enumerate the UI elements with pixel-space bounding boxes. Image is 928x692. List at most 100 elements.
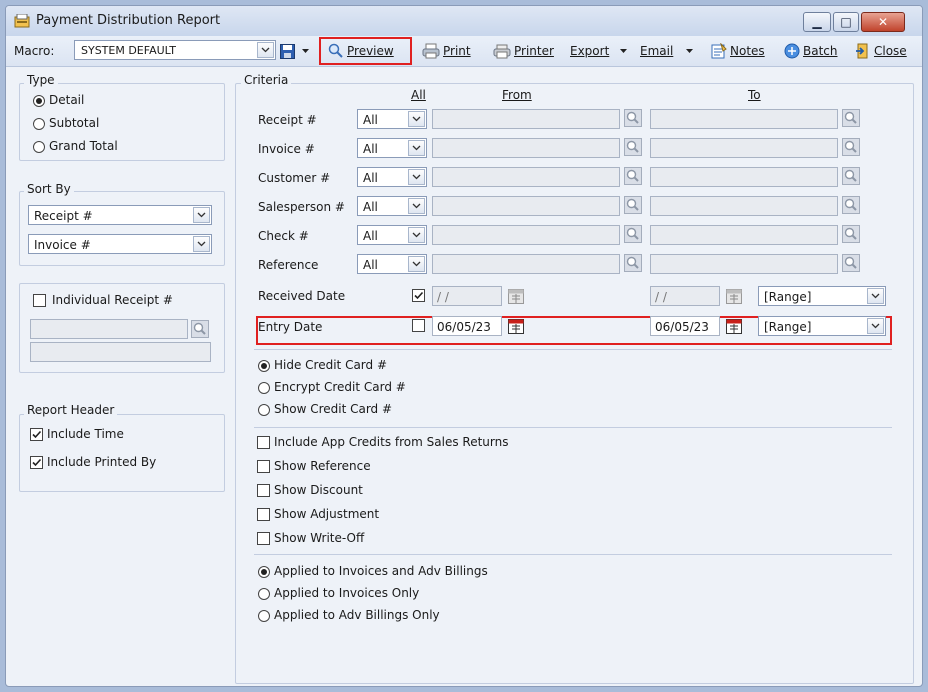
criteria-invoice-mode-value: All <box>363 142 378 156</box>
criteria-check-mode-arrow[interactable] <box>408 227 425 243</box>
calendar-icon[interactable] <box>726 288 742 304</box>
criteria-customer-mode-arrow[interactable] <box>408 169 425 185</box>
type-legend: Type <box>24 73 58 87</box>
include-time-checkbox[interactable] <box>30 428 43 441</box>
lookup-icon[interactable] <box>842 138 860 156</box>
print-icon <box>422 43 440 59</box>
entry-date-range-arrow[interactable] <box>867 318 884 334</box>
criteria-check-label: Check # <box>258 229 309 243</box>
criteria-receipt-mode-select[interactable]: All <box>357 109 427 129</box>
criteria-check-to-field[interactable] <box>650 225 838 245</box>
criteria-reference-to-field[interactable] <box>650 254 838 274</box>
include-printed-by-label: Include Printed By <box>47 455 157 469</box>
export-button[interactable]: Export <box>570 41 628 61</box>
print-button[interactable]: Print <box>422 41 471 61</box>
type-grand-total-label: Grand Total <box>49 139 118 153</box>
entry-date-all-checkbox[interactable] <box>412 319 425 332</box>
calendar-icon[interactable] <box>508 288 524 304</box>
chevron-down-icon <box>261 47 270 53</box>
received-date-all-checkbox[interactable] <box>412 289 425 302</box>
received-date-from-field[interactable]: / / <box>432 286 502 306</box>
entry-date-range-select[interactable]: [Range] <box>758 316 886 336</box>
report-icon <box>14 14 30 28</box>
notes-button[interactable]: Notes <box>711 41 765 61</box>
sort-by-2-arrow[interactable] <box>193 236 210 252</box>
individual-receipt-field[interactable] <box>30 319 188 339</box>
close-window-button[interactable]: ✕ <box>861 12 905 32</box>
lookup-icon[interactable] <box>842 167 860 185</box>
received-date-range-arrow[interactable] <box>867 288 884 304</box>
lookup-icon[interactable] <box>842 109 860 127</box>
lookup-icon[interactable] <box>191 320 209 338</box>
checkmark-icon <box>32 430 42 439</box>
calendar-icon[interactable] <box>726 318 742 334</box>
maximize-button[interactable]: □ <box>833 12 859 32</box>
lookup-icon[interactable] <box>842 254 860 272</box>
include-app-credits-checkbox[interactable] <box>257 436 270 449</box>
type-grand-total-radio[interactable] <box>33 141 45 153</box>
sort-by-2-select[interactable]: Invoice # <box>28 234 212 254</box>
show-discount-checkbox[interactable] <box>257 484 270 497</box>
received-date-range-select[interactable]: [Range] <box>758 286 886 306</box>
save-macro-icon[interactable] <box>280 44 295 59</box>
lookup-icon[interactable] <box>624 225 642 243</box>
received-date-to-field[interactable]: / / <box>650 286 720 306</box>
macro-menu-arrow-icon[interactable] <box>302 49 309 54</box>
sort-by-1-arrow[interactable] <box>193 207 210 223</box>
lookup-icon[interactable] <box>624 254 642 272</box>
criteria-salesperson-from-field[interactable] <box>432 196 620 216</box>
show-adjustment-checkbox[interactable] <box>257 508 270 521</box>
minimize-button[interactable]: ▁ <box>803 12 831 32</box>
type-detail-radio[interactable] <box>33 95 45 107</box>
sort-by-1-select[interactable]: Receipt # <box>28 205 212 225</box>
printer-button[interactable]: Printer <box>493 41 554 61</box>
criteria-customer-mode-select[interactable]: All <box>357 167 427 187</box>
include-printed-by-checkbox[interactable] <box>30 456 43 469</box>
criteria-invoice-from-field[interactable] <box>432 138 620 158</box>
criteria-customer-from-field[interactable] <box>432 167 620 187</box>
criteria-check-from-field[interactable] <box>432 225 620 245</box>
encrypt-credit-card-radio[interactable] <box>258 382 270 394</box>
show-write-off-checkbox[interactable] <box>257 532 270 545</box>
lookup-icon[interactable] <box>624 167 642 185</box>
criteria-salesperson-mode-arrow[interactable] <box>408 198 425 214</box>
received-date-from-value: / / <box>437 290 449 304</box>
criteria-salesperson-mode-select[interactable]: All <box>357 196 427 216</box>
criteria-receipt-to-field[interactable] <box>650 109 838 129</box>
notes-icon <box>711 43 727 59</box>
applied-adv-billings-only-radio[interactable] <box>258 610 270 622</box>
type-subtotal-radio[interactable] <box>33 118 45 130</box>
criteria-customer-label: Customer # <box>258 171 331 185</box>
entry-date-from-field[interactable]: 06/05/23 <box>432 316 502 336</box>
criteria-check-mode-select[interactable]: All <box>357 225 427 245</box>
lookup-icon[interactable] <box>842 225 860 243</box>
criteria-customer-to-field[interactable] <box>650 167 838 187</box>
show-credit-card-radio[interactable] <box>258 404 270 416</box>
criteria-invoice-to-field[interactable] <box>650 138 838 158</box>
criteria-receipt-from-field[interactable] <box>432 109 620 129</box>
criteria-receipt-mode-arrow[interactable] <box>408 111 425 127</box>
hide-credit-card-radio[interactable] <box>258 360 270 372</box>
macro-dropdown-arrow[interactable] <box>257 42 274 58</box>
criteria-reference-mode-select[interactable]: All <box>357 254 427 274</box>
individual-receipt-checkbox[interactable] <box>33 294 46 307</box>
lookup-icon[interactable] <box>624 109 642 127</box>
lookup-icon[interactable] <box>624 138 642 156</box>
macro-select[interactable]: SYSTEM DEFAULT <box>74 40 276 60</box>
entry-date-to-field[interactable]: 06/05/23 <box>650 316 720 336</box>
criteria-reference-mode-arrow[interactable] <box>408 256 425 272</box>
lookup-icon[interactable] <box>624 196 642 214</box>
applied-invoices-adv-billings-radio[interactable] <box>258 566 270 578</box>
criteria-salesperson-to-field[interactable] <box>650 196 838 216</box>
email-button[interactable]: Email <box>640 41 694 61</box>
calendar-icon[interactable] <box>508 318 524 334</box>
criteria-invoice-mode-select[interactable]: All <box>357 138 427 158</box>
show-reference-checkbox[interactable] <box>257 460 270 473</box>
criteria-invoice-mode-arrow[interactable] <box>408 140 425 156</box>
preview-button[interactable]: Preview <box>328 41 394 61</box>
applied-invoices-only-radio[interactable] <box>258 588 270 600</box>
close-button[interactable]: Close <box>855 41 907 61</box>
lookup-icon[interactable] <box>842 196 860 214</box>
criteria-reference-from-field[interactable] <box>432 254 620 274</box>
batch-button[interactable]: Batch <box>784 41 838 61</box>
